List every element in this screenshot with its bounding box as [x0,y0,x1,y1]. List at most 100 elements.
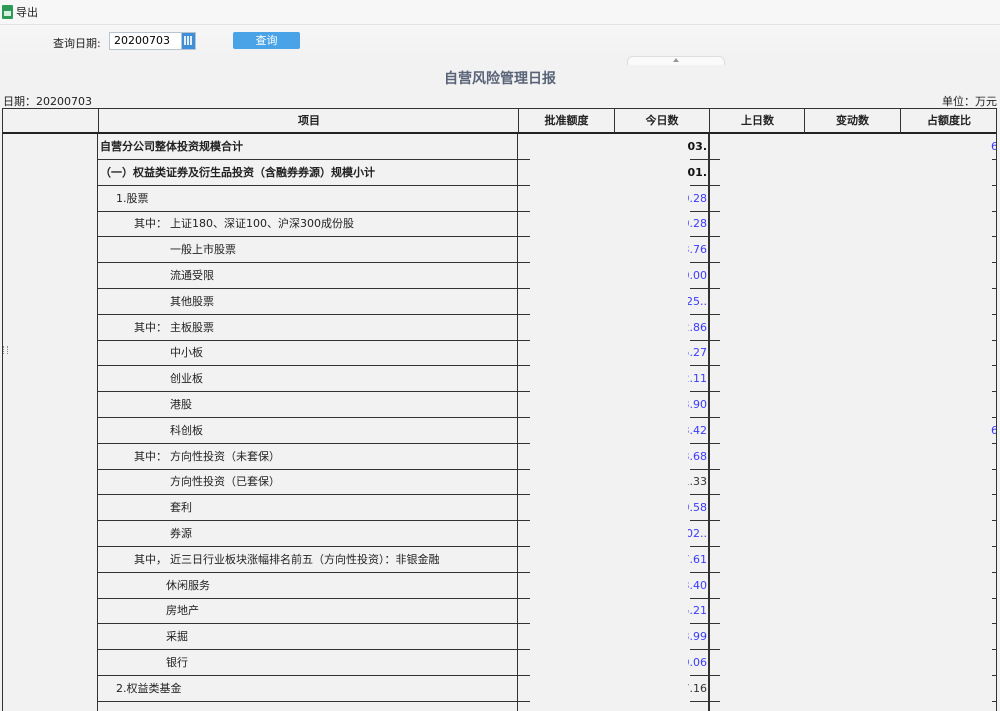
row-item-label: 自营分公司整体投资规模合计 [100,134,243,160]
table-row: 套利 0.58 [2,495,997,522]
table-header: 项目 批准额度 今日数 上日数 变动数 占额度比 [2,108,997,134]
table-row: 银行 0.06 [2,650,997,676]
table-row: 自营分公司整体投资规模合计 .03 6 [2,134,997,160]
row-prefix: 其中： [134,217,167,231]
row-label: 方向性投资（未套保） [170,449,280,463]
row-today-value[interactable]: 2.11 [688,366,707,392]
row-today-value[interactable]: 2.86 [688,315,707,341]
query-bar: 查询日期: 查询 [0,25,1000,61]
table-row: 其中：方向性投资（未套保） 3.68 [2,443,997,470]
calendar-icon[interactable] [181,32,196,50]
row-item-label: 休闲服务 [166,573,210,599]
row-today-value[interactable]: .03 [688,134,707,160]
table-row: 休闲服务 3.40 [2,572,997,599]
query-button[interactable]: 查询 [233,32,300,49]
report-title: 自营风险管理日报 [444,71,556,87]
row-item-label: 港股 [170,392,192,418]
row-today-value[interactable]: 3.76 [688,237,707,263]
row-item-label: 方向性投资（已套保） [170,469,280,495]
row-label: 流通受限 [170,269,214,282]
row-prefix: 其中： [134,449,167,463]
row-item-label: 其中： 上证180、深证100、沪深300成份股 [134,211,354,237]
row-today-value[interactable]: 5.27 [688,340,707,366]
row-item-label: 套利 [170,495,192,521]
column-header-item: 项目 [98,109,519,133]
row-item-label: 券源 [170,521,192,547]
row-item-label: 采掘 [166,624,188,650]
row-today-value[interactable]: ..25 [688,289,707,315]
export-label: 导出 [16,6,38,19]
row-item-label: 其中： 方向性投资（未套保） [134,444,280,470]
column-header-previous: 上日数 [709,109,805,133]
row-label: 套利 [170,501,192,515]
row-today-value[interactable]: 0.58 [688,495,707,521]
table-row: 创业板 2.11 [2,366,997,393]
table-row: 其中，近三日行业板块涨幅排名前五（方向性投资）：非银金融 7.61 [2,546,997,573]
row-item-label: 创业板 [170,366,203,392]
table-row: 其他股票 ..25 [2,288,997,315]
row-label: 近三日行业板块涨幅排名前五（方向性投资）：非银金融 [170,552,440,566]
row-prefix: 其中： [134,320,167,334]
row-item-label: 2.权益类基金 [116,676,182,702]
row-label: 上证180、深证100、沪深300成份股 [170,217,354,231]
row-today-value[interactable]: 7.16 [688,676,707,702]
export-button[interactable]: 导出 [2,4,38,20]
row-label: 银行 [166,656,188,669]
row-label: 1.股票 [116,191,149,205]
table-row: 其中：主板股票 2.86 [2,314,997,341]
row-item-label: （一）权益类证券及衍生品投资（含融券券源）规模小计 [100,160,375,186]
row-today-value[interactable]: .01 [688,160,707,186]
row-today-value[interactable]: 7.61 [688,547,707,573]
row-item-label: 银行 [166,650,188,676]
row-today-value[interactable]: 0.28 [688,211,707,237]
collapse-toggle[interactable] [627,56,725,65]
row-ratio-value[interactable]: 6 [991,134,996,160]
query-date-input[interactable] [109,32,186,50]
table-row: 其中：上证180、深证100、沪深300成份股 0.28 [2,211,997,238]
row-item-label: 流通受限 [170,263,214,289]
column-header-approved: 批准额度 [518,109,614,133]
row-label: 主板股票 [170,320,214,334]
row-today-value[interactable]: 0.28 [688,186,707,212]
row-label: 方向性投资（已套保） [170,475,280,489]
row-today-value[interactable]: 5.21 [688,598,707,624]
row-item-label: 其中， 近三日行业板块涨幅排名前五（方向性投资）：非银金融 [134,547,440,573]
table-row: 一般上市股票 3.76 [2,237,997,264]
row-today-value[interactable]: 3.68 [688,444,707,470]
table-row: 券源 ..02 [2,521,997,547]
row-today-value[interactable]: ..02 [688,521,707,547]
query-date-label: 查询日期: [53,37,101,50]
table-row: 港股 3.90 [2,392,997,418]
row-today-value[interactable]: 0.06 [688,650,707,676]
row-today-value[interactable]: 0.00 [688,263,707,289]
table-row: 采掘 3.99 [2,624,997,651]
row-label: 港股 [170,398,192,411]
row-label: 一般上市股票 [170,243,236,257]
row-today-value[interactable]: 3.90 [688,392,707,418]
table-row: 2.权益类基金 7.16 [2,675,997,702]
table-row: （一）权益类证券及衍生品投资（含融券券源）规模小计 .01 [2,159,997,186]
row-ratio-value[interactable]: 6 [991,418,996,444]
row-label: 自营分公司整体投资规模合计 [100,140,243,153]
row-today-value[interactable]: 1.33 [688,469,707,495]
resize-handle[interactable] [3,346,8,354]
table-body: 自营分公司整体投资规模合计 .03 6 （一）权益类证券及衍生品投资（含融券券源）规模… [2,134,997,711]
row-label: 休闲服务 [166,578,210,592]
row-today-value[interactable]: 3.42 [688,418,707,444]
column-header-change: 变动数 [804,109,900,133]
row-label: 其他股票 [170,294,214,308]
row-label: 创业板 [170,372,203,386]
row-label: 采掘 [166,630,188,644]
report-date: 日期：20200703 [3,95,92,108]
row-today-value[interactable]: 3.99 [688,624,707,650]
toolbar: 导出 [0,0,1000,25]
row-item-label: 其中： 主板股票 [134,315,214,341]
excel-icon [2,5,13,19]
column-header-ratio: 占额度比 [900,109,997,133]
report-unit: 单位：万元 [942,95,997,108]
table-row: 房地产 5.21 [2,598,997,625]
row-item-label: 1.股票 [116,186,149,212]
column-header-today: 今日数 [614,109,709,133]
row-item-label: 科创板 [170,418,203,444]
row-today-value[interactable]: 3.40 [688,573,707,599]
